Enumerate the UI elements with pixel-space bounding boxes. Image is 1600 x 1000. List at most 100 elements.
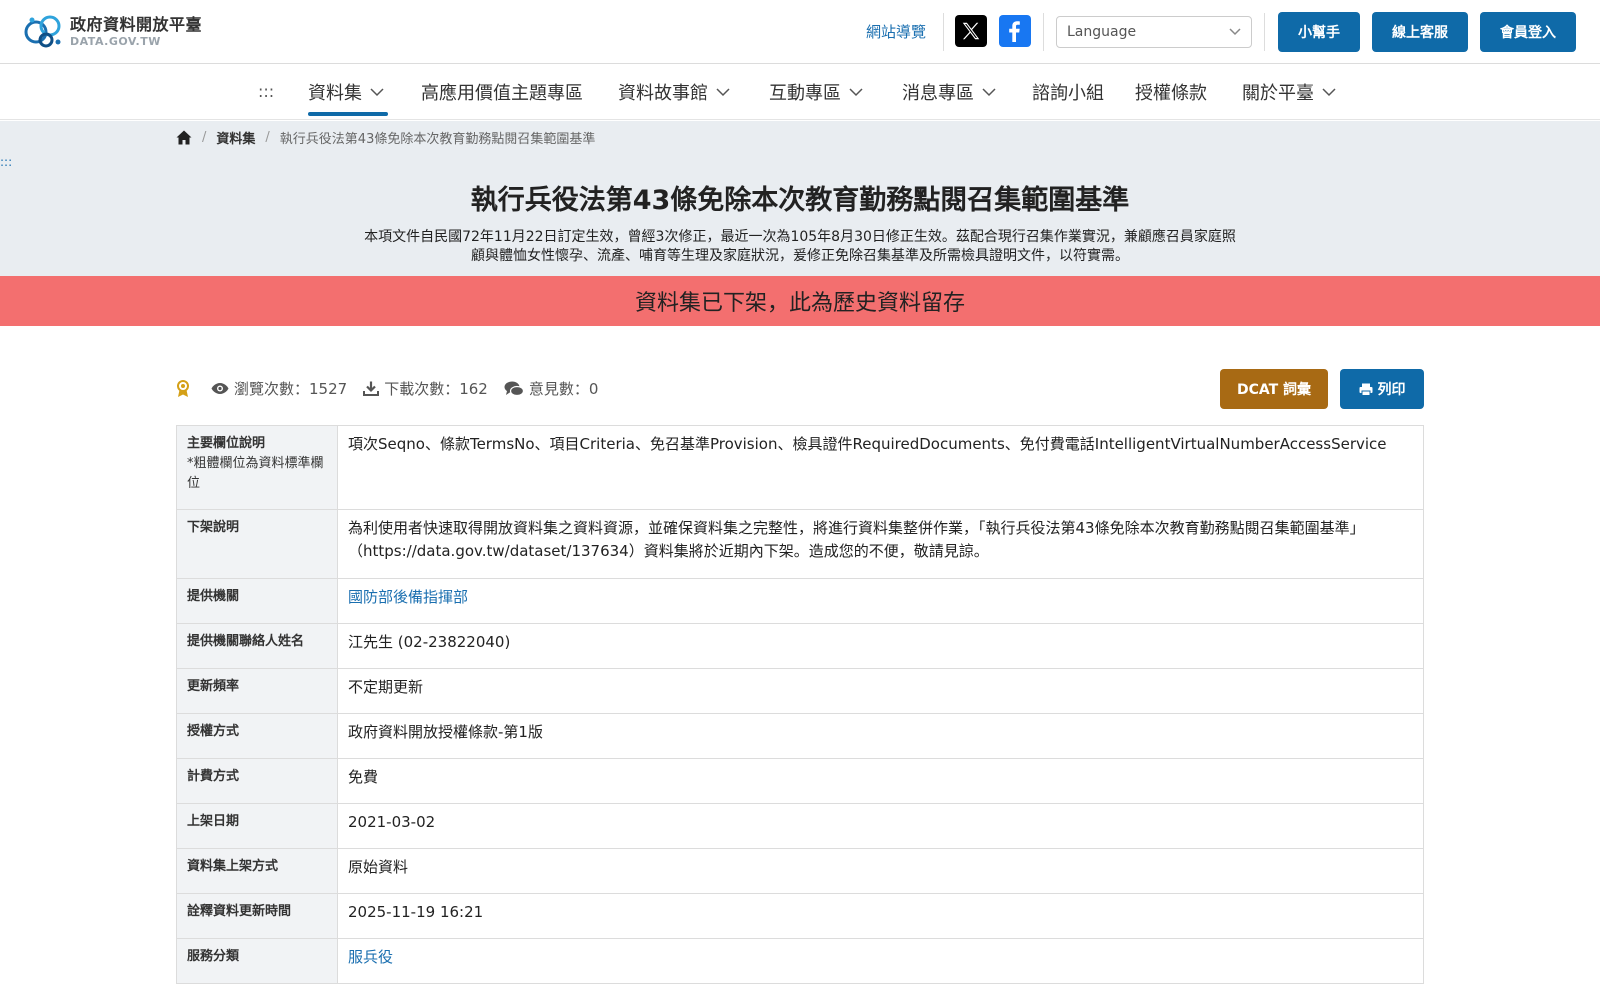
content-anchor[interactable]: ::: bbox=[0, 155, 12, 169]
table-row: 服務分類 服兵役 bbox=[176, 938, 1424, 984]
downloads-label: 下載次數： bbox=[384, 380, 460, 398]
member-login-button[interactable]: 會員登入 bbox=[1480, 12, 1576, 52]
chevron-down-icon bbox=[370, 87, 384, 96]
row-label: 服務分類 bbox=[176, 938, 338, 984]
nav-item-advisory[interactable]: 諮詢小組 bbox=[1032, 64, 1104, 120]
table-row: 上架日期 2021-03-02 bbox=[176, 803, 1424, 849]
row-value: 項次Seqno、條款TermsNo、項目Criteria、免召基準Provisi… bbox=[337, 425, 1424, 510]
downloads-count: 162 bbox=[459, 379, 488, 398]
table-row: 計費方式 免費 bbox=[176, 758, 1424, 804]
row-value: 2025-11-19 16:21 bbox=[337, 893, 1424, 939]
chevron-down-icon bbox=[1229, 28, 1241, 36]
comments-icon bbox=[504, 381, 524, 396]
row-label: 上架日期 bbox=[176, 803, 338, 849]
award-icon bbox=[177, 379, 189, 397]
breadcrumb: / 資料集 / 執行兵役法第43條免除本次教育勤務點閱召集範圍基準 bbox=[176, 128, 595, 147]
download-icon bbox=[363, 381, 380, 396]
row-value: 免費 bbox=[337, 758, 1424, 804]
row-value: 2021-03-02 bbox=[337, 803, 1424, 849]
logo-icon bbox=[24, 15, 61, 48]
row-value: 服兵役 bbox=[337, 938, 1424, 984]
row-value: 國防部後備指揮部 bbox=[337, 578, 1424, 624]
nav-item-label: 授權條款 bbox=[1135, 83, 1207, 104]
nav-item-news[interactable]: 消息專區 bbox=[902, 64, 996, 120]
site-header: 政府資料開放平臺 DATA.GOV.TW 網站導覽 Language 小幫手 線… bbox=[0, 0, 1600, 64]
row-label: 下架說明 bbox=[176, 509, 338, 579]
nav-item-label: 諮詢小組 bbox=[1032, 83, 1104, 104]
language-select[interactable]: Language bbox=[1056, 16, 1252, 48]
dcat-vocabulary-button[interactable]: DCAT 詞彙 bbox=[1220, 369, 1328, 409]
chevron-down-icon bbox=[982, 87, 996, 96]
dataset-details-table: 主要欄位說明 *粗體欄位為資料標準欄位 項次Seqno、條款TermsNo、項目C… bbox=[176, 425, 1424, 984]
table-row: 詮釋資料更新時間 2025-11-19 16:21 bbox=[176, 893, 1424, 939]
online-service-button[interactable]: 線上客服 bbox=[1372, 12, 1468, 52]
eye-icon bbox=[211, 383, 229, 394]
breadcrumb-separator: / bbox=[202, 130, 207, 145]
home-icon[interactable] bbox=[176, 130, 192, 145]
row-value: 原始資料 bbox=[337, 848, 1424, 894]
nav-item-label: 關於平臺 bbox=[1242, 83, 1314, 104]
nav-item-about[interactable]: 關於平臺 bbox=[1242, 64, 1336, 120]
facebook-share-icon[interactable] bbox=[999, 15, 1031, 47]
helper-button[interactable]: 小幫手 bbox=[1278, 12, 1360, 52]
divider bbox=[1043, 13, 1044, 51]
nav-item-license[interactable]: 授權條款 bbox=[1135, 64, 1207, 120]
service-category-link[interactable]: 服兵役 bbox=[348, 948, 393, 966]
nav-item-label: 資料集 bbox=[308, 83, 362, 104]
nav-item-interaction[interactable]: 互動專區 bbox=[769, 64, 863, 120]
chevron-down-icon bbox=[849, 87, 863, 96]
views-count: 1527 bbox=[309, 379, 348, 398]
chevron-down-icon bbox=[716, 87, 730, 96]
language-select-value: Language bbox=[1067, 24, 1137, 40]
row-value: 政府資料開放授權條款-第1版 bbox=[337, 713, 1424, 759]
dataset-stats: 瀏覽次數： 1527 下載次數： 162 意見數： 0 bbox=[176, 378, 614, 399]
sitemap-link[interactable]: 網站導覽 bbox=[866, 21, 926, 42]
breadcrumb-separator: / bbox=[265, 130, 270, 145]
badge-stat bbox=[176, 379, 195, 398]
row-value: 江先生 (02-23822040) bbox=[337, 623, 1424, 669]
row-value: 不定期更新 bbox=[337, 668, 1424, 714]
row-label-note: *粗體欄位為資料標準欄位 bbox=[187, 456, 324, 491]
row-label: 授權方式 bbox=[176, 713, 338, 759]
row-label: 詮釋資料更新時間 bbox=[176, 893, 338, 939]
agency-link[interactable]: 國防部後備指揮部 bbox=[348, 588, 468, 606]
chevron-down-icon bbox=[1322, 87, 1336, 96]
table-row: 授權方式 政府資料開放授權條款-第1版 bbox=[176, 713, 1424, 759]
table-row: 更新頻率 不定期更新 bbox=[176, 668, 1424, 714]
breadcrumb-datasets[interactable]: 資料集 bbox=[216, 128, 255, 147]
breadcrumb-current: 執行兵役法第43條免除本次教育勤務點閱召集範圍基準 bbox=[279, 132, 596, 147]
nav-item-label: 互動專區 bbox=[769, 83, 841, 104]
dataset-description: 本項文件自民國72年11月22日訂定生效，曾經3次修正，最近一次為105年8月3… bbox=[364, 229, 1236, 264]
print-button[interactable]: 列印 bbox=[1340, 369, 1424, 409]
nav-item-label: 高應用價值主題專區 bbox=[421, 83, 583, 104]
views-label: 瀏覽次數： bbox=[234, 380, 310, 398]
row-label: 更新頻率 bbox=[176, 668, 338, 714]
main-nav: ::: 資料集 高應用價值主題專區 資料故事館 互動專區 消息專區 諮詢小組 授… bbox=[0, 64, 1600, 120]
logo-title: 政府資料開放平臺 bbox=[70, 14, 203, 34]
comments-count: 0 bbox=[588, 379, 599, 398]
nav-item-data-stories[interactable]: 資料故事館 bbox=[618, 64, 730, 120]
nav-item-label: 消息專區 bbox=[902, 83, 974, 104]
accesskey-anchor[interactable]: ::: bbox=[258, 82, 274, 101]
table-row: 主要欄位說明 *粗體欄位為資料標準欄位 項次Seqno、條款TermsNo、項目C… bbox=[176, 425, 1424, 510]
site-logo[interactable]: 政府資料開放平臺 DATA.GOV.TW bbox=[24, 12, 202, 50]
views-stat: 瀏覽次數： 1527 bbox=[211, 378, 347, 399]
downloads-stat: 下載次數： 162 bbox=[363, 378, 488, 399]
divider bbox=[943, 13, 944, 51]
table-row: 下架說明 為利使用者快速取得開放資料集之資料資源，並確保資料集之完整性，將進行資… bbox=[176, 509, 1424, 579]
nav-active-indicator bbox=[308, 112, 388, 116]
x-share-icon[interactable] bbox=[955, 15, 987, 47]
table-row: 提供機關 國防部後備指揮部 bbox=[176, 578, 1424, 624]
nav-item-label: 資料故事館 bbox=[618, 83, 708, 104]
divider bbox=[1264, 13, 1265, 51]
page-title: 執行兵役法第43條免除本次教育勤務點閱召集範圍基準 bbox=[470, 185, 1130, 216]
row-label: 提供機關 bbox=[176, 578, 338, 624]
comments-stat: 意見數： 0 bbox=[504, 378, 599, 399]
table-row: 資料集上架方式 原始資料 bbox=[176, 848, 1424, 894]
row-value: 為利使用者快速取得開放資料集之資料資源，並確保資料集之完整性，將進行資料集整併作… bbox=[337, 509, 1424, 579]
nav-item-high-value[interactable]: 高應用價值主題專區 bbox=[421, 64, 583, 120]
table-row: 提供機關聯絡人姓名 江先生 (02-23822040) bbox=[176, 623, 1424, 669]
row-label: 計費方式 bbox=[176, 758, 338, 804]
print-label: 列印 bbox=[1377, 382, 1406, 398]
comments-label: 意見數： bbox=[528, 380, 589, 398]
